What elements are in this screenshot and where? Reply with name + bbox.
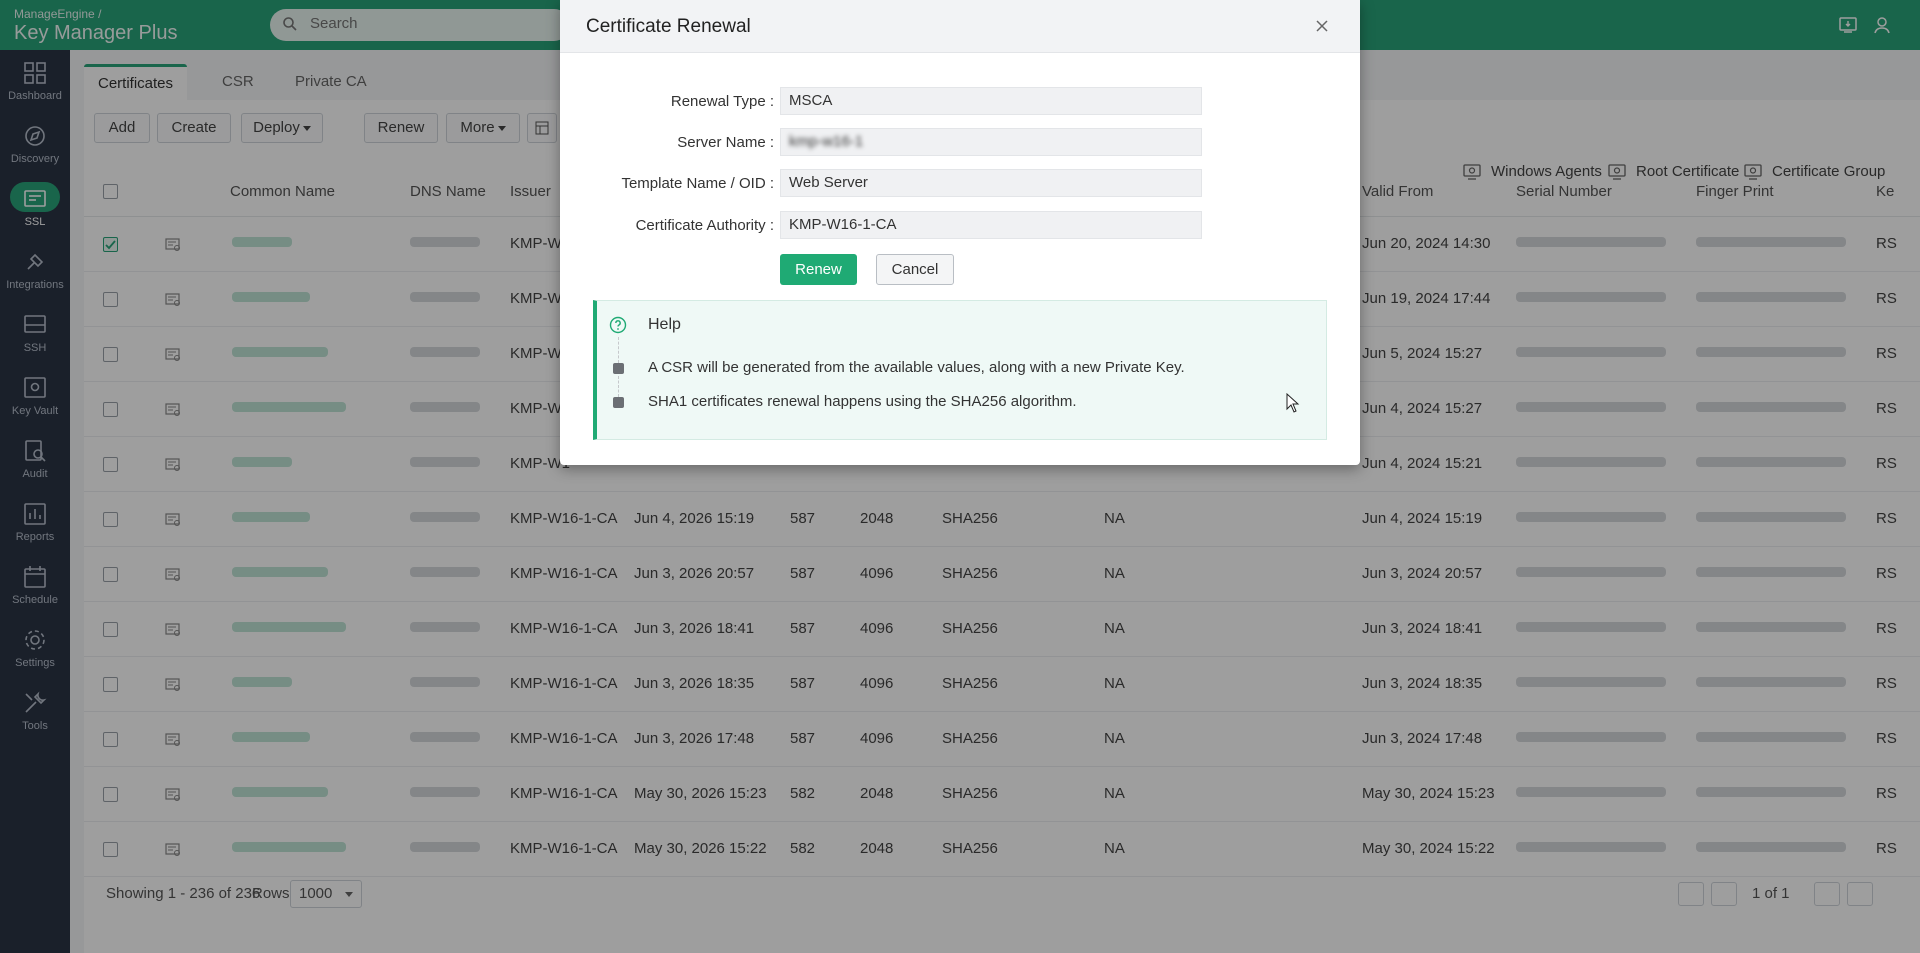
server-name-field[interactable]: kmp-w16-1	[780, 128, 1202, 156]
server-name-label: Server Name :	[677, 134, 774, 151]
help-item-sha1: SHA1 certificates renewal happens using …	[648, 393, 1077, 410]
dialog-header: Certificate Renewal	[560, 0, 1360, 53]
help-item-csr: A CSR will be generated from the availab…	[648, 359, 1185, 376]
renewal-type-row: Renewal Type : MSCA	[560, 87, 1360, 117]
certificate-authority-row: Certificate Authority : KMP-W16-1-CA	[560, 211, 1360, 241]
help-connector	[618, 337, 619, 363]
template-name-field[interactable]: Web Server	[780, 169, 1202, 197]
template-name-row: Template Name / OID : Web Server	[560, 169, 1360, 199]
certificate-authority-label: Certificate Authority :	[635, 217, 774, 234]
close-icon[interactable]	[1314, 18, 1330, 34]
help-bullet	[613, 363, 624, 374]
server-name-value: kmp-w16-1	[789, 133, 864, 150]
renewal-type-field[interactable]: MSCA	[780, 87, 1202, 115]
help-title: Help	[648, 316, 681, 333]
help-connector	[618, 376, 619, 397]
cancel-button[interactable]: Cancel	[876, 254, 954, 285]
renewal-type-label: Renewal Type :	[670, 93, 774, 110]
help-box: Help A CSR will be generated from the av…	[593, 300, 1327, 440]
renew-button[interactable]: Renew	[780, 254, 857, 285]
template-name-label: Template Name / OID :	[621, 175, 774, 192]
server-name-row: Server Name : kmp-w16-1	[560, 128, 1360, 158]
certificate-authority-field[interactable]: KMP-W16-1-CA	[780, 211, 1202, 239]
certificate-renewal-dialog: Certificate Renewal Renewal Type : MSCA …	[560, 0, 1360, 465]
dialog-title: Certificate Renewal	[586, 16, 751, 37]
help-icon	[609, 316, 627, 334]
help-bullet	[613, 397, 624, 408]
mouse-cursor-icon	[1286, 393, 1300, 413]
